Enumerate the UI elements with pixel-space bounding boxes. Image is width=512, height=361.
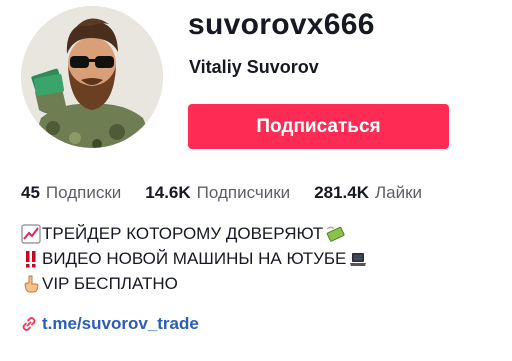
avatar[interactable]: [21, 6, 163, 148]
avatar-image: [21, 6, 163, 148]
link-icon: [22, 317, 36, 331]
bio-text: ВИДЕО НОВОЙ МАШИНЫ НА ЮТУБЕ: [42, 249, 347, 268]
bio-line: VIP БЕСПЛАТНО: [21, 271, 368, 296]
likes-count: 281.4K: [314, 183, 370, 202]
following-label: Подписки: [45, 183, 122, 202]
followers-count: 14.6K: [145, 183, 191, 202]
pointing-down-icon: [21, 274, 41, 294]
bio-text: VIP БЕСПЛАТНО: [42, 274, 178, 293]
username: suvorovx666: [188, 8, 375, 41]
bio-text: ТРЕЙДЕР КОТОРОМУ ДОВЕРЯЮТ: [42, 224, 324, 243]
bio: ТРЕЙДЕР КОТОРОМУ ДОВЕРЯЮТ ВИДЕО НОВОЙ МА…: [21, 221, 368, 296]
likes-label: Лайки: [375, 183, 423, 202]
chart-increasing-icon: [21, 223, 41, 244]
following-count: 45: [21, 183, 40, 202]
bio-line: ТРЕЙДЕР КОТОРОМУ ДОВЕРЯЮТ: [21, 221, 368, 246]
double-exclamation-icon: [21, 249, 41, 269]
link-text: t.me/suvorov_trade: [42, 314, 199, 333]
stat-following[interactable]: 45 Подписки: [21, 183, 121, 203]
display-name: Vitaliy Suvorov: [189, 57, 319, 77]
money-with-wings-icon: [325, 224, 345, 244]
followers-label: Подписчики: [196, 183, 291, 202]
stat-likes: 281.4K Лайки: [314, 183, 422, 203]
profile-stats: 45 Подписки 14.6K Подписчики 281.4K Лайк…: [21, 183, 422, 203]
profile-link[interactable]: t.me/suvorov_trade: [21, 314, 199, 334]
bio-line: ВИДЕО НОВОЙ МАШИНЫ НА ЮТУБЕ: [21, 246, 368, 271]
stat-followers[interactable]: 14.6K Подписчики: [145, 183, 290, 203]
laptop-icon: [348, 249, 368, 269]
follow-button[interactable]: Подписаться: [188, 104, 449, 149]
